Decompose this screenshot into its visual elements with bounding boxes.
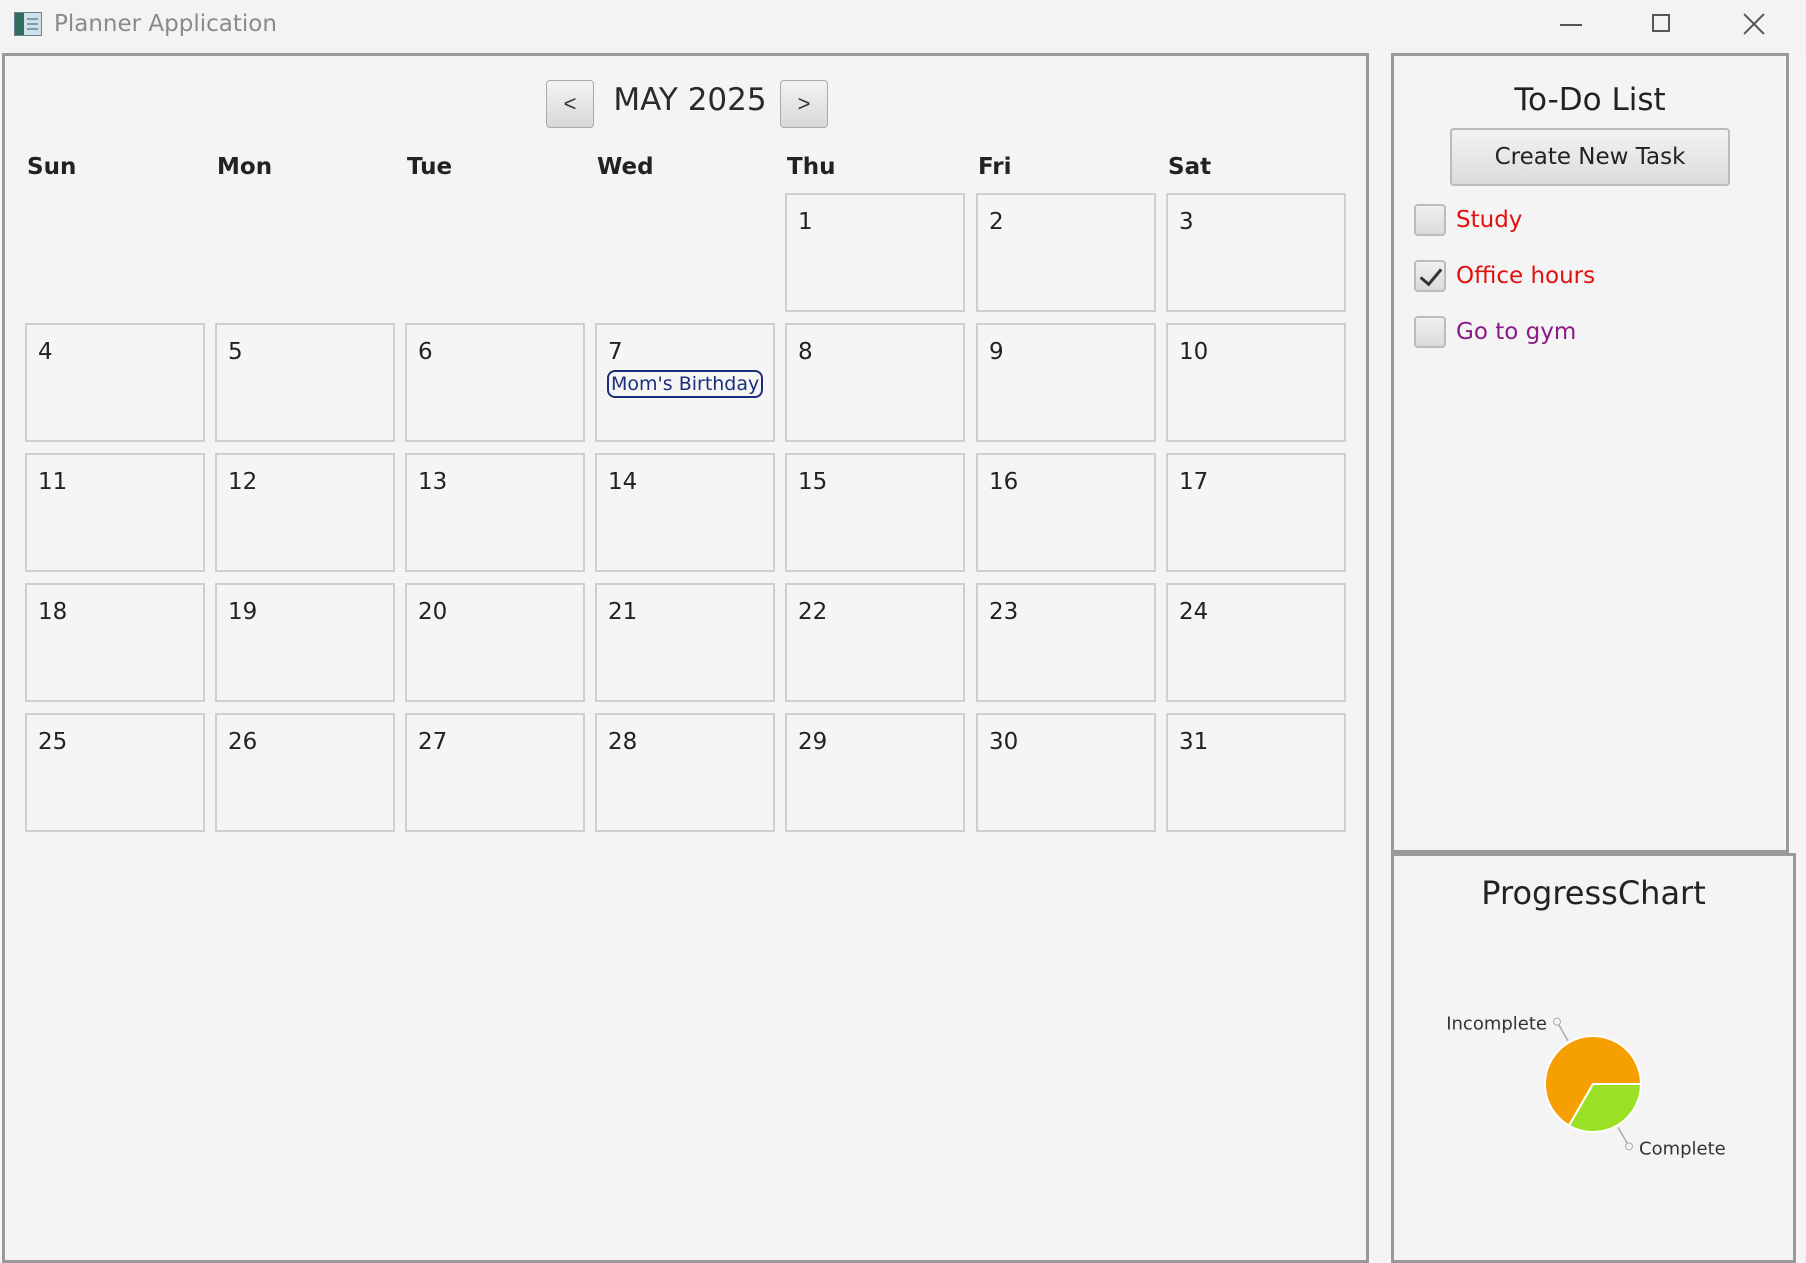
day-cell-15[interactable]: 15 xyxy=(785,453,965,572)
pie-slice-label: Complete xyxy=(1639,1138,1726,1159)
day-number: 20 xyxy=(418,599,448,625)
weekday-sun: Sun xyxy=(27,154,77,180)
day-cell-16[interactable]: 16 xyxy=(976,453,1156,572)
month-title: MAY 2025 xyxy=(613,82,767,118)
day-number: 31 xyxy=(1179,729,1209,755)
day-number: 19 xyxy=(228,599,258,625)
progress-chart-panel: ProgressChart Incomplete Complete xyxy=(1391,853,1796,1263)
day-cell-5[interactable]: 5 xyxy=(215,323,395,442)
day-cell-26[interactable]: 26 xyxy=(215,713,395,832)
create-task-button[interactable]: Create New Task xyxy=(1450,128,1730,186)
checkbox-unchecked[interactable] xyxy=(1414,204,1446,236)
day-cell-22[interactable]: 22 xyxy=(785,583,965,702)
day-cell-2[interactable]: 2 xyxy=(976,193,1156,312)
day-cell-28[interactable]: 28 xyxy=(595,713,775,832)
calendar-panel: < MAY 2025 > Sun Mon Tue Wed Thu Fri Sat 1 2 3 4 5 6… xyxy=(2,53,1369,1263)
day-cell-24[interactable]: 24 xyxy=(1166,583,1346,702)
day-number: 9 xyxy=(989,339,1004,365)
day-cell-14[interactable]: 14 xyxy=(595,453,775,572)
day-cell-13[interactable]: 13 xyxy=(405,453,585,572)
day-cell-12[interactable]: 12 xyxy=(215,453,395,572)
day-number: 25 xyxy=(38,729,68,755)
day-number: 7 xyxy=(608,339,623,365)
day-number: 23 xyxy=(989,599,1019,625)
weekday-sat: Sat xyxy=(1168,154,1212,180)
day-number: 10 xyxy=(1179,339,1209,365)
day-cell-18[interactable]: 18 xyxy=(25,583,205,702)
app-icon xyxy=(14,12,42,36)
task-label: Study xyxy=(1456,207,1523,233)
minimize-button[interactable] xyxy=(1536,0,1606,50)
weekday-thu: Thu xyxy=(787,154,836,180)
day-cell-6[interactable]: 6 xyxy=(405,323,585,442)
weekday-tue: Tue xyxy=(407,154,453,180)
day-number: 6 xyxy=(418,339,433,365)
day-cell-27[interactable]: 27 xyxy=(405,713,585,832)
maximize-button[interactable] xyxy=(1626,0,1696,50)
title-bar: Planner Application xyxy=(0,0,1806,52)
day-number: 21 xyxy=(608,599,638,625)
day-number: 24 xyxy=(1179,599,1209,625)
day-number: 12 xyxy=(228,469,258,495)
day-cell-1[interactable]: 1 xyxy=(785,193,965,312)
progress-pie-chart: Incomplete Complete xyxy=(1446,1014,1726,1160)
day-cell-29[interactable]: 29 xyxy=(785,713,965,832)
day-cell-11[interactable]: 11 xyxy=(25,453,205,572)
day-number: 18 xyxy=(38,599,68,625)
weekday-fri: Fri xyxy=(978,154,1012,180)
day-cell-20[interactable]: 20 xyxy=(405,583,585,702)
day-number: 22 xyxy=(798,599,828,625)
next-month-button[interactable]: > xyxy=(780,80,828,128)
event-chip[interactable]: Mom's Birthday xyxy=(607,370,764,398)
day-cell-17[interactable]: 17 xyxy=(1166,453,1346,572)
day-number: 4 xyxy=(38,339,53,365)
day-number: 11 xyxy=(38,469,68,495)
day-number: 15 xyxy=(798,469,828,495)
day-number: 8 xyxy=(798,339,813,365)
day-cell-30[interactable]: 30 xyxy=(976,713,1156,832)
day-number: 5 xyxy=(228,339,243,365)
pie-label-dot xyxy=(1553,1017,1561,1026)
day-number: 1 xyxy=(798,209,813,235)
day-cell-9[interactable]: 9 xyxy=(976,323,1156,442)
day-cell-19[interactable]: 19 xyxy=(215,583,395,702)
day-number: 3 xyxy=(1179,209,1194,235)
day-cell-3[interactable]: 3 xyxy=(1166,193,1346,312)
todo-title: To-Do List xyxy=(1514,82,1666,118)
task-item[interactable]: Go to gym xyxy=(1414,314,1576,350)
day-number: 17 xyxy=(1179,469,1209,495)
todo-panel: To-Do List Create New Task Study Office h… xyxy=(1391,53,1789,853)
day-cell-10[interactable]: 10 xyxy=(1166,323,1346,442)
day-number: 28 xyxy=(608,729,638,755)
pie-label-dot xyxy=(1625,1142,1633,1151)
day-cell-21[interactable]: 21 xyxy=(595,583,775,702)
day-number: 16 xyxy=(989,469,1019,495)
day-cell-25[interactable]: 25 xyxy=(25,713,205,832)
day-number: 30 xyxy=(989,729,1019,755)
day-number: 14 xyxy=(608,469,638,495)
day-cell-8[interactable]: 8 xyxy=(785,323,965,442)
pie-slice-label: Incomplete xyxy=(1446,1014,1547,1035)
day-cell-7[interactable]: 7 Mom's Birthday xyxy=(595,323,775,442)
day-number: 27 xyxy=(418,729,448,755)
close-button[interactable] xyxy=(1718,0,1788,50)
day-number: 26 xyxy=(228,729,258,755)
task-label: Office hours xyxy=(1456,263,1596,289)
weekday-wed: Wed xyxy=(597,154,654,180)
checkbox-checked[interactable] xyxy=(1414,260,1446,292)
day-cell-4[interactable]: 4 xyxy=(25,323,205,442)
window-title: Planner Application xyxy=(54,11,277,37)
day-number: 13 xyxy=(418,469,448,495)
day-number: 29 xyxy=(798,729,828,755)
day-cell-31[interactable]: 31 xyxy=(1166,713,1346,832)
day-cell-23[interactable]: 23 xyxy=(976,583,1156,702)
day-number: 2 xyxy=(989,209,1004,235)
prev-month-button[interactable]: < xyxy=(546,80,594,128)
task-item[interactable]: Study xyxy=(1414,202,1522,238)
task-item[interactable]: Office hours xyxy=(1414,258,1595,294)
task-label: Go to gym xyxy=(1456,319,1577,345)
weekday-mon: Mon xyxy=(217,154,273,180)
checkbox-unchecked[interactable] xyxy=(1414,316,1446,348)
